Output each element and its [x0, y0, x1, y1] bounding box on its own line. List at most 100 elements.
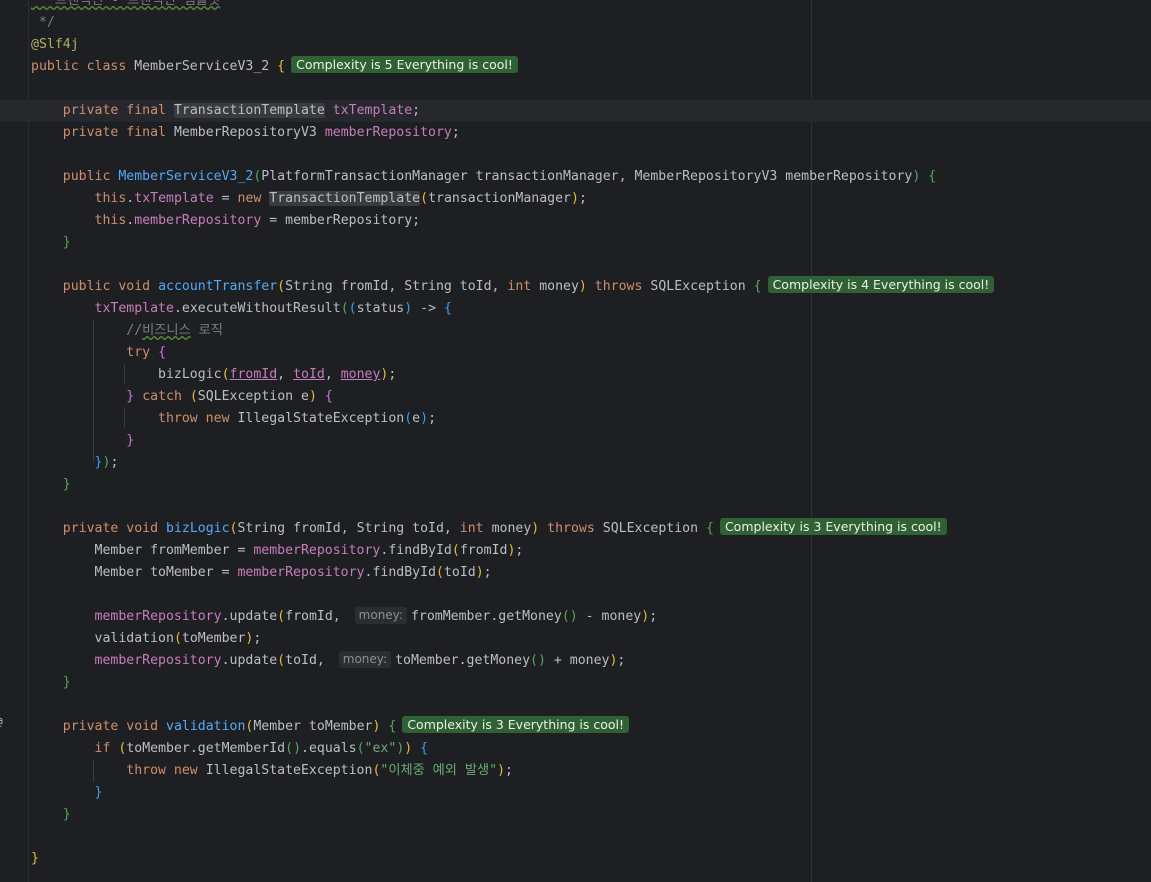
- class-name: MemberServiceV3_2: [134, 59, 270, 74]
- code-line: private void validation(Member toMember)…: [31, 716, 630, 738]
- field-ref: txTemplate: [94, 301, 174, 316]
- string-literal: "ex": [364, 741, 397, 756]
- type-name: SQLException: [602, 521, 699, 536]
- code-editor[interactable]: @ * 트랜잭션 - 트랜잭션 템플릿 */ @Slf4j public cla…: [0, 0, 1151, 882]
- type-name: SQLException: [650, 279, 746, 294]
- code-line: bizLogic(fromId, toId, money);: [158, 367, 397, 382]
- code-line: private final TransactionTemplate txTemp…: [62, 103, 421, 118]
- params: Member toMember: [253, 719, 373, 734]
- code-line: }: [62, 807, 71, 822]
- keyword: try: [126, 345, 151, 360]
- method-call: findById: [388, 543, 452, 558]
- method-call: update: [229, 609, 278, 624]
- code-line: */: [31, 12, 55, 34]
- arg: toMember: [181, 631, 246, 646]
- arg: fromId: [229, 367, 278, 382]
- method-name: accountTransfer: [158, 279, 278, 294]
- arg: toId: [443, 565, 476, 580]
- keyword: private void: [62, 719, 159, 734]
- method-call: executeWithoutResult: [181, 301, 341, 316]
- arg: toId: [293, 367, 325, 382]
- annotation: @Slf4j: [31, 37, 79, 52]
- params: money: [483, 521, 532, 536]
- field-ref: memberRepository: [237, 565, 365, 580]
- code-line: private final MemberRepositoryV3 memberR…: [62, 125, 460, 140]
- code-text: - money: [577, 609, 642, 624]
- type-name: IllegalStateException: [205, 763, 373, 778]
- keyword: private final: [62, 125, 166, 140]
- lambda-param: status: [356, 301, 405, 316]
- method-call: fromMember.getMoney: [410, 609, 562, 624]
- arg: memberRepository: [285, 213, 413, 228]
- params: String fromId, String toId,: [285, 279, 508, 294]
- code-line: * 트랜잭션 - 트랜잭션 템플릿: [31, 0, 220, 12]
- keyword: this: [94, 191, 127, 206]
- type-name: MemberRepositoryV3: [173, 125, 317, 140]
- override-marker-icon[interactable]: @: [0, 716, 6, 728]
- code-text: + money: [545, 653, 610, 668]
- params: PlatformTransactionManager transactionMa…: [261, 169, 913, 184]
- code-line: }: [62, 235, 71, 250]
- field-ref: memberRepository: [134, 213, 262, 228]
- code-line: @Slf4j: [31, 34, 79, 56]
- code-line: this.memberRepository = memberRepository…: [94, 213, 421, 228]
- comment: 로직: [190, 323, 223, 338]
- params: String fromId, String toId,: [237, 521, 460, 536]
- arg: fromId: [459, 543, 508, 558]
- keyword: private void: [62, 521, 159, 536]
- complexity-badge[interactable]: Complexity is 3 Everything is cool!: [719, 518, 947, 535]
- params: SQLException e: [197, 389, 309, 404]
- string-literal: "이체중 예외 발생": [380, 763, 498, 778]
- arg: e: [412, 411, 421, 426]
- code-text: Member toMember =: [94, 565, 238, 580]
- field-ref: memberRepository: [94, 653, 222, 668]
- keyword: public: [62, 169, 111, 184]
- method-call: toMember.getMoney: [395, 653, 531, 668]
- keyword: public class: [31, 59, 127, 74]
- method-call: findById: [372, 565, 436, 580]
- code-line: txTemplate.executeWithoutResult((status)…: [94, 301, 452, 316]
- complexity-badge[interactable]: Complexity is 4 Everything is cool!: [767, 276, 995, 293]
- code-line: }: [94, 785, 103, 800]
- code-line: Member toMember = memberRepository.findB…: [94, 565, 492, 580]
- doc-comment-end: */: [31, 15, 55, 30]
- param-hint: money:: [354, 607, 407, 624]
- right-margin-guide: [811, 0, 812, 882]
- keyword: this: [94, 213, 127, 228]
- method-call: update: [229, 653, 278, 668]
- method-call: bizLogic: [158, 367, 222, 382]
- type-name: TransactionTemplate: [269, 191, 421, 206]
- keyword: throws: [594, 279, 643, 294]
- method-call: validation: [94, 631, 174, 646]
- code-line: }: [31, 851, 39, 866]
- keyword: throws: [547, 521, 595, 536]
- code-line: this.txTemplate = new TransactionTemplat…: [94, 191, 587, 206]
- method-call: toMember.getMemberId: [126, 741, 286, 756]
- keyword: catch: [142, 389, 182, 404]
- code-line: public class MemberServiceV3_2 {Complexi…: [31, 56, 518, 78]
- field-ref: memberRepository: [253, 543, 381, 558]
- keyword: int: [507, 279, 532, 294]
- code-line: try {: [126, 345, 167, 360]
- code-line: }: [62, 675, 71, 690]
- keyword: public void: [62, 279, 151, 294]
- field-name: txTemplate: [332, 103, 413, 118]
- param-hint: money:: [338, 651, 392, 668]
- keyword: int: [459, 521, 484, 536]
- arg: toId,: [285, 653, 333, 668]
- params: money: [531, 279, 579, 294]
- code-line: //비즈니스 로직: [31, 320, 223, 342]
- code-line: });: [94, 455, 119, 470]
- method-call: .equals: [301, 741, 357, 756]
- field-ref: txTemplate: [134, 191, 214, 206]
- complexity-badge[interactable]: Complexity is 5 Everything is cool!: [291, 56, 518, 73]
- code-line: public MemberServiceV3_2(PlatformTransac…: [62, 169, 937, 184]
- code-line: private void bizLogic(String fromId, Str…: [31, 518, 947, 540]
- keyword: if: [94, 741, 111, 756]
- field-name: memberRepository: [324, 125, 452, 140]
- complexity-badge[interactable]: Complexity is 3 Everything is cool!: [402, 716, 630, 733]
- gutter-separator: [28, 0, 29, 882]
- method-name: bizLogic: [166, 521, 230, 536]
- method-name: validation: [166, 719, 246, 734]
- keyword: throw new: [126, 763, 198, 778]
